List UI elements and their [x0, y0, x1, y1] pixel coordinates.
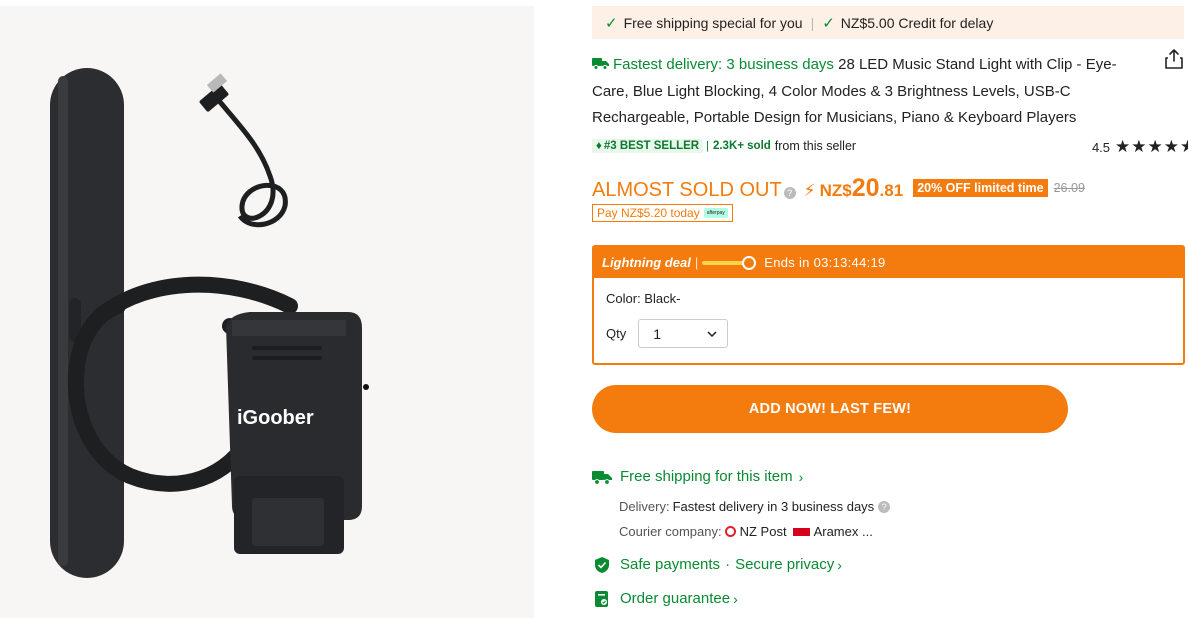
order-guarantee-label: Order guarantee: [620, 590, 731, 607]
courier-aramex: Aramex ...: [813, 524, 873, 539]
product-details: ✓ Free shipping special for you | ✓ NZ$5…: [592, 0, 1188, 618]
add-to-cart-button[interactable]: ADD NOW! LAST FEW!: [592, 385, 1068, 433]
chevron-down-icon: [707, 330, 717, 337]
shipping-promo-banner: ✓ Free shipping special for you | ✓ NZ$5…: [592, 6, 1184, 39]
brand-logo-text: iGoober: [237, 407, 314, 429]
lightning-deal-label: Lightning deal: [602, 255, 691, 270]
best-seller-badge[interactable]: ♦ #3 BEST SELLER: [592, 139, 704, 153]
delivery-label: Delivery:: [619, 499, 670, 514]
product-image[interactable]: iGoober: [0, 6, 534, 618]
pay-today-box[interactable]: Pay NZ$5.20 today afterpay: [592, 204, 733, 222]
free-shipping-promo: Free shipping special for you: [623, 14, 803, 31]
order-guarantee-link[interactable]: Order guarantee ›: [592, 590, 738, 607]
help-icon[interactable]: ?: [878, 500, 891, 513]
rating-stars-icon: ★★★★★: [1115, 137, 1188, 156]
price-integer: 20: [851, 174, 880, 202]
credit-promo: NZ$5.00 Credit for delay: [840, 14, 994, 31]
share-icon[interactable]: [1164, 48, 1184, 70]
deal-timer-bar: [702, 255, 757, 270]
clock-icon: [742, 255, 757, 270]
price-currency: NZ$: [819, 181, 852, 200]
delivery-truck-icon: [592, 470, 612, 485]
shield-check-icon: [595, 556, 609, 573]
divider: |: [694, 255, 699, 270]
sold-count: 2.3K+ sold: [712, 140, 771, 152]
order-guarantee-icon: [595, 590, 608, 607]
fastest-delivery-label: Fastest delivery: 3 business days: [613, 56, 834, 73]
lightning-deal-header: Lightning deal | Ends in 03:13:44:19: [594, 247, 1183, 278]
qty-label: Qty: [606, 326, 627, 341]
product-title: Fastest delivery: 3 business days 28 LED…: [592, 52, 1152, 132]
quantity-select[interactable]: 1: [638, 319, 729, 348]
divider: |: [810, 14, 815, 31]
best-seller-label: #3 BEST SELLER: [603, 140, 700, 152]
original-price: 26.09: [1053, 181, 1085, 195]
delivery-info: Delivery: Fastest delivery in 3 business…: [619, 499, 891, 514]
lightning-deal-panel: Lightning deal | Ends in 03:13:44:19 Col…: [592, 245, 1185, 365]
price-row: ALMOST SOLD OUT ? ⚡ NZ$ 20 .81 20% OFF l…: [592, 174, 1085, 202]
secure-privacy-label: Secure privacy: [735, 556, 835, 573]
free-shipping-label: Free shipping for this item: [620, 468, 793, 485]
lightning-bolt-icon: ⚡: [803, 181, 816, 200]
delivery-value: Fastest delivery in 3 business days: [672, 499, 875, 514]
divider: |: [706, 140, 709, 152]
courier-nz-post: NZ Post: [739, 524, 787, 539]
chevron-right-icon: ›: [798, 468, 804, 485]
rating-value: 4.5: [1091, 139, 1111, 155]
product-rating[interactable]: 4.5 ★★★★★: [1092, 137, 1188, 157]
safe-payments-label: Safe payments: [620, 556, 721, 573]
quantity-row: Qty 1: [606, 319, 729, 348]
pay-today-text: Pay NZ$5.20 today: [597, 206, 700, 220]
from-seller-text: from this seller: [774, 139, 857, 153]
selected-color: Color: Black-: [606, 291, 681, 306]
safe-payments-link[interactable]: Safe payments · Secure privacy ›: [592, 556, 842, 573]
help-icon[interactable]: ?: [783, 187, 796, 199]
nz-post-logo-icon: [724, 526, 736, 537]
check-icon: ✓: [605, 14, 618, 32]
check-icon: ✓: [822, 14, 835, 32]
aramex-logo-icon: [792, 527, 810, 536]
deal-countdown: Ends in 03:13:44:19: [764, 255, 886, 270]
courier-label: Courier company:: [619, 524, 722, 539]
chevron-right-icon: ›: [733, 590, 738, 607]
afterpay-logo: afterpay: [703, 208, 728, 218]
free-shipping-link[interactable]: Free shipping for this item ›: [592, 468, 803, 485]
almost-sold-out-label: ALMOST SOLD OUT: [592, 179, 782, 201]
courier-info: Courier company: NZ Post Aramex ...: [619, 524, 873, 539]
product-illustration: iGoober: [50, 68, 369, 578]
delivery-truck-icon: [592, 58, 609, 70]
qty-value: 1: [653, 325, 662, 342]
chevron-right-icon: ›: [837, 556, 842, 573]
dot-separator: ·: [725, 556, 731, 573]
diamond-icon: ♦: [596, 140, 602, 152]
price-decimal: .81: [879, 181, 904, 200]
discount-badge: 20% OFF limited time: [913, 179, 1048, 197]
